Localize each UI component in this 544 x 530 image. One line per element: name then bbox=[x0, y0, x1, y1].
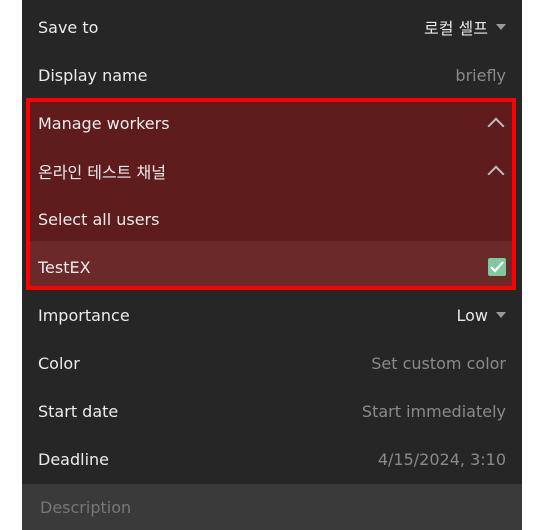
color-value[interactable]: Set custom color bbox=[371, 354, 506, 373]
importance-label: Importance bbox=[38, 305, 130, 325]
task-settings-panel: Save to 로컬 셀프 Display name briefly Manag… bbox=[22, 0, 522, 530]
save-to-label: Save to bbox=[38, 17, 99, 37]
chevron-up-icon[interactable] bbox=[487, 117, 505, 135]
color-row[interactable]: Color Set custom color bbox=[22, 339, 522, 387]
start-date-row[interactable]: Start date Start immediately bbox=[22, 387, 522, 435]
display-name-value[interactable]: briefly bbox=[455, 66, 506, 85]
description-input[interactable]: Description bbox=[22, 484, 522, 530]
start-date-label: Start date bbox=[38, 401, 119, 421]
select-all-users-row[interactable]: Select all users bbox=[22, 195, 522, 243]
manage-workers-row[interactable]: Manage workers bbox=[22, 99, 522, 147]
caret-down-icon bbox=[496, 24, 506, 30]
display-name-label: Display name bbox=[38, 65, 148, 85]
importance-select[interactable]: Low bbox=[456, 306, 506, 325]
user-label: TestEX bbox=[38, 257, 91, 277]
deadline-row[interactable]: Deadline 4/15/2024, 3:10 bbox=[22, 435, 522, 483]
deadline-label: Deadline bbox=[38, 449, 109, 469]
description-placeholder: Description bbox=[40, 497, 132, 517]
start-date-value[interactable]: Start immediately bbox=[362, 402, 506, 421]
manage-workers-label: Manage workers bbox=[38, 113, 170, 133]
user-row-testex[interactable]: TestEX bbox=[22, 243, 522, 291]
caret-down-icon bbox=[496, 312, 506, 318]
importance-value: Low bbox=[456, 305, 488, 325]
checkbox-checked-icon[interactable] bbox=[488, 258, 506, 276]
importance-row[interactable]: Importance Low bbox=[22, 291, 522, 339]
save-to-select[interactable]: 로컬 셀프 bbox=[424, 15, 506, 39]
display-name-row[interactable]: Display name briefly bbox=[22, 51, 522, 99]
color-label: Color bbox=[38, 353, 80, 373]
channel-label: 온라인 테스트 채널 bbox=[38, 163, 166, 182]
save-to-value: 로컬 셀프 bbox=[424, 19, 488, 38]
select-all-users-label: Select all users bbox=[38, 209, 160, 229]
checkmark-icon bbox=[490, 261, 504, 273]
deadline-value[interactable]: 4/15/2024, 3:10 bbox=[378, 450, 506, 469]
chevron-up-icon[interactable] bbox=[487, 165, 505, 183]
channel-row[interactable]: 온라인 테스트 채널 bbox=[22, 147, 522, 195]
save-to-row[interactable]: Save to 로컬 셀프 bbox=[22, 3, 522, 51]
